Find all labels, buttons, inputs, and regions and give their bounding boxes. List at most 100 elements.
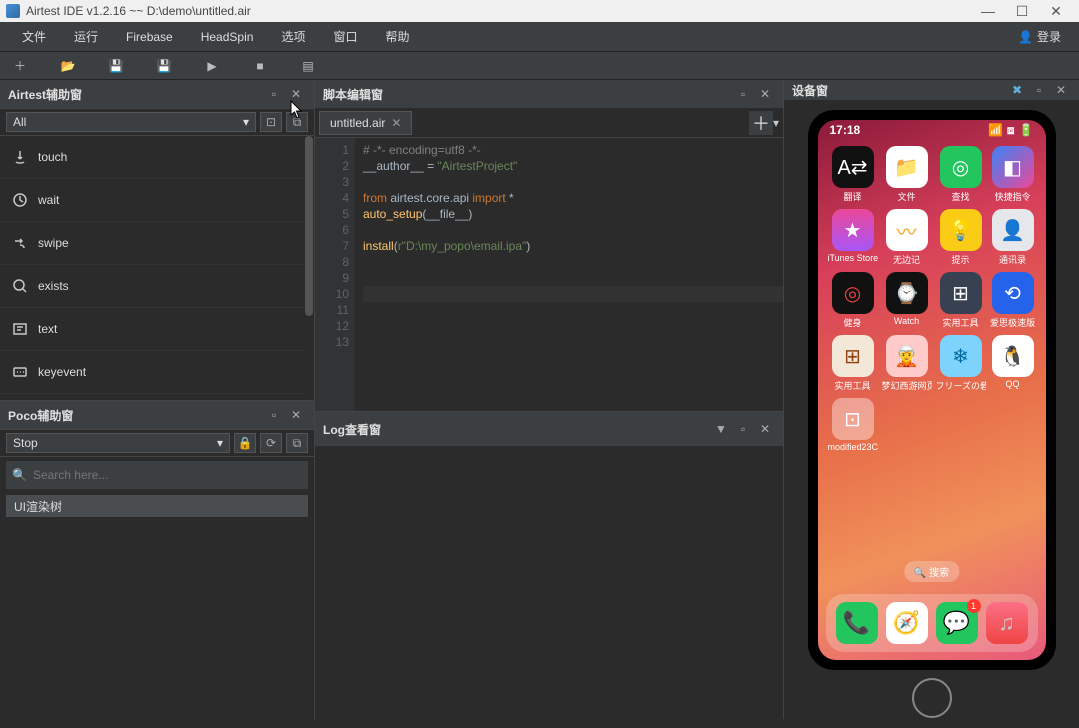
ui-tree-root[interactable]: UI渲染树 bbox=[6, 495, 308, 517]
panel-close-button[interactable]: ✕ bbox=[755, 419, 775, 439]
app-提示[interactable]: 💡提示 bbox=[936, 209, 986, 266]
command-swipe[interactable]: swipe bbox=[0, 222, 314, 265]
dock-app[interactable]: 📞 bbox=[836, 602, 878, 644]
poco-lock-button[interactable]: 🔒 bbox=[234, 433, 256, 453]
tab-close-icon[interactable]: ✕ bbox=[391, 116, 401, 130]
code-line[interactable] bbox=[363, 270, 783, 286]
phone-search-pill[interactable]: 🔍 搜索 bbox=[904, 561, 959, 582]
chevron-down-icon: ▾ bbox=[243, 115, 249, 129]
app-Watch[interactable]: ⌚Watch bbox=[882, 272, 932, 329]
panel-close-button[interactable]: ✕ bbox=[286, 405, 306, 425]
panel-close-button[interactable]: ✕ bbox=[286, 84, 306, 104]
panel-close-button[interactable]: ✕ bbox=[1051, 80, 1071, 100]
code-editor[interactable]: 12345678910111213 # -*- encoding=utf8 -*… bbox=[315, 138, 783, 411]
save-all-button[interactable]: 💾 bbox=[152, 54, 176, 78]
menu-headspin[interactable]: HeadSpin bbox=[187, 22, 268, 52]
app-查找[interactable]: ◎查找 bbox=[936, 146, 986, 203]
app-文件[interactable]: 📁文件 bbox=[882, 146, 932, 203]
poco-search-input[interactable] bbox=[33, 468, 302, 482]
maximize-button[interactable]: ☐ bbox=[1005, 3, 1039, 20]
app-icon: ⟲ bbox=[992, 272, 1034, 314]
log-body[interactable] bbox=[315, 446, 783, 719]
app-无边记[interactable]: 〰无边记 bbox=[882, 209, 932, 266]
panel-pop-button[interactable]: ▫ bbox=[1029, 80, 1049, 100]
app-icon: ◎ bbox=[832, 272, 874, 314]
record-button[interactable]: ⊡ bbox=[260, 112, 282, 132]
panel-close-button[interactable]: ✕ bbox=[755, 84, 775, 104]
log-filter-button[interactable]: ▼ bbox=[711, 419, 731, 439]
scrollbar-thumb[interactable] bbox=[305, 136, 313, 316]
log-viewer-header: Log查看窗 ▼ ▫ ✕ bbox=[315, 411, 783, 446]
menu-file[interactable]: 文件 bbox=[8, 22, 60, 52]
dock-app[interactable]: ♫ bbox=[986, 602, 1028, 644]
panel-pop-button[interactable]: ▫ bbox=[733, 419, 753, 439]
report-button[interactable]: ▤ bbox=[296, 54, 320, 78]
app-健身[interactable]: ◎健身 bbox=[828, 272, 878, 329]
tab-menu-button[interactable]: ▾ bbox=[773, 116, 779, 130]
command-text[interactable]: text bbox=[0, 308, 314, 351]
menu-window[interactable]: 窗口 bbox=[319, 22, 371, 52]
editor-tab[interactable]: untitled.air ✕ bbox=[319, 111, 412, 135]
menu-help[interactable]: 帮助 bbox=[371, 22, 423, 52]
open-button[interactable]: 📂 bbox=[56, 54, 80, 78]
capture-button[interactable]: ⧉ bbox=[286, 112, 308, 132]
menu-options[interactable]: 选项 bbox=[267, 22, 319, 52]
add-tab-button[interactable]: ＋ bbox=[749, 111, 773, 135]
airtest-filter-dropdown[interactable]: All ▾ bbox=[6, 112, 256, 132]
app-翻译[interactable]: A⇄翻译 bbox=[828, 146, 878, 203]
home-button[interactable] bbox=[912, 678, 952, 718]
code-line[interactable] bbox=[363, 174, 783, 190]
menu-run[interactable]: 运行 bbox=[60, 22, 112, 52]
poco-inspect-button[interactable]: ⧉ bbox=[286, 433, 308, 453]
app-iTunes Store[interactable]: ★iTunes Store bbox=[828, 209, 878, 266]
code-line[interactable] bbox=[363, 254, 783, 270]
app-梦幻西游网页版[interactable]: 🧝梦幻西游网页版 bbox=[882, 335, 932, 392]
app-QQ[interactable]: 🐧QQ bbox=[990, 335, 1036, 392]
code-line[interactable] bbox=[363, 286, 783, 302]
app-icon: 💡 bbox=[940, 209, 982, 251]
app-modified23C31...[interactable]: ⊡modified23C31... bbox=[828, 398, 878, 452]
text-icon bbox=[12, 321, 28, 337]
command-exists[interactable]: exists bbox=[0, 265, 314, 308]
app-フリーズの砦[interactable]: ❄フリーズの砦 bbox=[936, 335, 986, 392]
app-通讯录[interactable]: 👤通讯录 bbox=[990, 209, 1036, 266]
command-wait[interactable]: wait bbox=[0, 179, 314, 222]
code-line[interactable] bbox=[363, 334, 783, 350]
panel-pop-button[interactable]: ▫ bbox=[264, 84, 284, 104]
app-爱思极速版[interactable]: ⟲爱思极速版 bbox=[990, 272, 1036, 329]
save-button[interactable]: 💾 bbox=[104, 54, 128, 78]
app-icon: ⊞ bbox=[940, 272, 982, 314]
command-keyevent[interactable]: keyevent bbox=[0, 351, 314, 394]
code-line[interactable] bbox=[363, 222, 783, 238]
run-button[interactable]: ▶ bbox=[200, 54, 224, 78]
poco-mode-dropdown[interactable]: Stop ▾ bbox=[6, 433, 230, 453]
device-screen[interactable]: 17:18 📶 ⧈ 🔋 A⇄翻译📁文件◎查找◧快捷指令★iTunes Store… bbox=[818, 120, 1046, 660]
app-实用工具[interactable]: ⊞实用工具 bbox=[828, 335, 878, 392]
window-title: Airtest IDE v1.2.16 ~~ D:\demo\untitled.… bbox=[26, 4, 971, 18]
app-实用工具[interactable]: ⊞实用工具 bbox=[936, 272, 986, 329]
stop-button[interactable]: ■ bbox=[248, 54, 272, 78]
code-line[interactable]: auto_setup(__file__) bbox=[363, 206, 783, 222]
command-label: keyevent bbox=[38, 365, 86, 379]
poco-refresh-button[interactable]: ⟳ bbox=[260, 433, 282, 453]
panel-pop-button[interactable]: ▫ bbox=[264, 405, 284, 425]
code-line[interactable]: from airtest.core.api import * bbox=[363, 190, 783, 206]
close-button[interactable]: ✕ bbox=[1039, 3, 1073, 20]
code-area[interactable]: # -*- encoding=utf8 -*-__author__ = "Air… bbox=[355, 138, 783, 411]
login-button[interactable]: 👤 登录 bbox=[1008, 28, 1071, 45]
code-line[interactable]: install(r"D:\my_popo\email.ipa") bbox=[363, 238, 783, 254]
app-快捷指令[interactable]: ◧快捷指令 bbox=[990, 146, 1036, 203]
dock-app[interactable]: 🧭 bbox=[886, 602, 928, 644]
code-line[interactable] bbox=[363, 302, 783, 318]
dock-app[interactable]: 💬1 bbox=[936, 602, 978, 644]
new-button[interactable]: ＋ bbox=[8, 54, 32, 78]
command-touch[interactable]: touch bbox=[0, 136, 314, 179]
command-list[interactable]: touchwaitswipeexiststext keyevent bbox=[0, 136, 314, 400]
code-line[interactable]: __author__ = "AirtestProject" bbox=[363, 158, 783, 174]
code-line[interactable]: # -*- encoding=utf8 -*- bbox=[363, 142, 783, 158]
minimize-button[interactable]: — bbox=[971, 3, 1005, 19]
code-line[interactable] bbox=[363, 318, 783, 334]
menu-firebase[interactable]: Firebase bbox=[112, 22, 187, 52]
panel-pop-button[interactable]: ▫ bbox=[733, 84, 753, 104]
device-tools-button[interactable]: ✖ bbox=[1007, 80, 1027, 100]
